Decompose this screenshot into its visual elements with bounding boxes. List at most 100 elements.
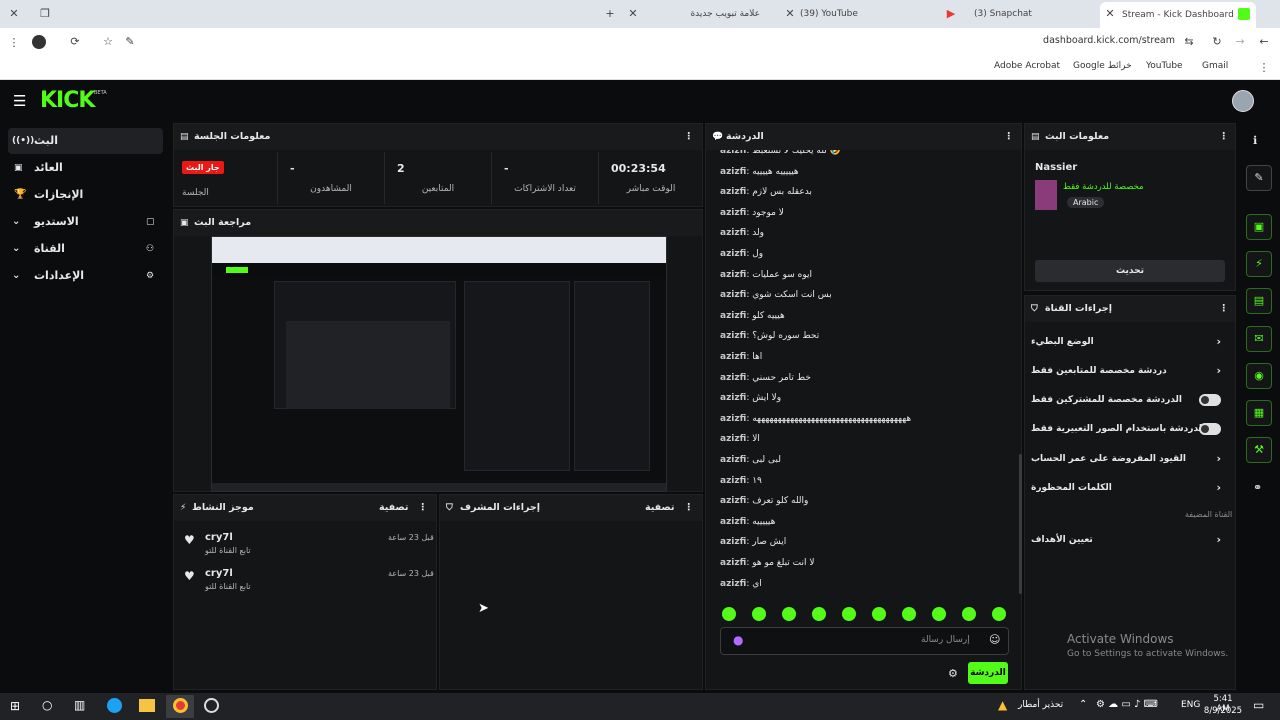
tab-close-icon[interactable]: ✕	[625, 7, 641, 20]
star-icon[interactable]: ☆	[100, 35, 116, 48]
obs-icon[interactable]	[204, 698, 219, 713]
chat-scrollbar[interactable]	[1019, 454, 1022, 594]
chat-username[interactable]: azizfi	[720, 373, 746, 383]
profile-icon[interactable]	[32, 35, 46, 49]
emote-icon[interactable]	[932, 607, 946, 621]
tab-actions-icon[interactable]: ❐	[37, 7, 53, 20]
sidebar-item-achievements[interactable]: 🏆 الإنجازات	[8, 182, 163, 208]
close-window-icon[interactable]: ✕	[6, 7, 22, 20]
rail-broadcast-button[interactable]: ◉	[1246, 363, 1272, 389]
emote-icon[interactable]	[752, 607, 766, 621]
emote-icon[interactable]	[812, 607, 826, 621]
channel-action-row[interactable]: دردشة مخصصة للمتابعين فقط ›	[1031, 360, 1227, 382]
toggle-switch[interactable]	[1199, 394, 1221, 406]
sidebar-item-revenue[interactable]: ▣ العائد	[8, 155, 163, 181]
sidebar-item-settings[interactable]: ⌄ الإعدادات ⚙	[8, 263, 163, 289]
chat-username[interactable]: azizfi	[720, 331, 746, 341]
chat-username[interactable]: azizfi	[720, 579, 746, 589]
language-indicator[interactable]: ENG	[1181, 700, 1200, 710]
menu-dots-icon[interactable]: ⋮	[6, 36, 22, 49]
chat-username[interactable]: azizfi	[720, 496, 746, 506]
chat-username[interactable]: azizfi	[720, 249, 746, 259]
site-settings-icon[interactable]: ⇆	[1181, 35, 1197, 48]
reload-icon[interactable]: ↻	[1209, 35, 1225, 48]
chat-username[interactable]: azizfi	[720, 476, 746, 486]
bookmark-adobe-acrobat[interactable]: Adobe Acrobat	[994, 61, 1060, 71]
file-explorer-icon[interactable]	[139, 699, 155, 712]
channel-action-row[interactable]: الكلمات المحظورة ›	[1031, 477, 1227, 499]
chat-settings-icon[interactable]: ⚙	[948, 667, 958, 680]
rail-preview-button[interactable]: ▦	[1246, 400, 1272, 426]
chat-username[interactable]: azizfi	[720, 150, 746, 156]
forward-icon[interactable]: →	[1232, 35, 1248, 48]
clock-date[interactable]: 8/9/2025	[1203, 706, 1243, 716]
stream-preview-video[interactable]	[211, 236, 667, 492]
more-bookmarks-icon[interactable]: ⋮	[1256, 61, 1272, 74]
info-icon[interactable]: ℹ	[1253, 134, 1257, 147]
chat-username[interactable]: azizfi	[720, 434, 746, 444]
notification-icon[interactable]: ▭	[1253, 698, 1264, 712]
rail-share-icon[interactable]: ⚭	[1253, 481, 1262, 494]
emote-icon[interactable]	[962, 607, 976, 621]
chat-username[interactable]: azizfi	[720, 270, 746, 280]
edit-stream-button[interactable]: تحديث	[1035, 260, 1225, 282]
rail-chat-button[interactable]: ✉	[1246, 326, 1272, 352]
edit-layout-button[interactable]: ✎	[1246, 165, 1272, 191]
bookmark-gmail[interactable]: Gmail	[1202, 61, 1228, 71]
tab-snapchat[interactable]: (3) Snapchat	[974, 4, 1074, 24]
more-options-icon[interactable]: ⋮	[1004, 124, 1014, 150]
sidebar-item-channel[interactable]: ⌄ القناة ⚇	[8, 236, 163, 262]
tab-close-icon[interactable]: ✕	[1102, 7, 1118, 20]
more-options-icon[interactable]: ⋮	[684, 124, 694, 150]
bookmark-google-maps[interactable]: Google خرائط	[1073, 61, 1132, 71]
emoji-picker-icon[interactable]: ☺	[989, 633, 1000, 646]
sidebar-item-studio[interactable]: ⌄ الاستديو ▢	[8, 209, 163, 235]
kick-logo[interactable]: KICK	[40, 88, 95, 113]
channel-action-row[interactable]: الوضع البطيء ›	[1031, 331, 1227, 353]
weather-alert-icon[interactable]: ▲	[998, 698, 1007, 712]
tab-close-icon[interactable]: ✕	[782, 7, 798, 20]
url-input[interactable]: dashboard.kick.com/stream	[1040, 35, 1175, 46]
chat-username[interactable]: azizfi	[720, 537, 746, 547]
rail-activity-button[interactable]: ⚡	[1246, 251, 1272, 277]
chat-input[interactable]: ● إرسال رسالة ☺	[720, 627, 1009, 655]
mic-icon[interactable]: ●	[733, 633, 743, 647]
edge-icon[interactable]	[107, 698, 122, 713]
tray-icons[interactable]: ⚙ ☁ ▭ ♪ ⌨	[1096, 699, 1158, 710]
windows-start-icon[interactable]: ⊞	[10, 699, 20, 713]
more-options-icon[interactable]: ⋮	[684, 495, 694, 521]
search-icon[interactable]: ○	[42, 698, 52, 712]
chat-username[interactable]: azizfi	[720, 208, 746, 218]
tab-youtube[interactable]: (39) YouTube	[800, 4, 910, 24]
chat-username[interactable]: azizfi	[720, 187, 746, 197]
chat-username[interactable]: azizfi	[720, 167, 746, 177]
new-tab-icon[interactable]: +	[602, 7, 618, 20]
extensions-icon[interactable]: ⟳	[67, 35, 83, 48]
chat-username[interactable]: azizfi	[720, 352, 746, 362]
send-chat-button[interactable]: الدردشة	[968, 662, 1008, 684]
more-options-icon[interactable]: ⋮	[1219, 124, 1229, 150]
activity-user[interactable]: cry7l	[205, 568, 233, 579]
channel-action-row[interactable]: الدردشة باستخدام الصور التعبيرية فقط	[1031, 418, 1227, 440]
chat-username[interactable]: azizfi	[720, 290, 746, 300]
rail-tools-button[interactable]: ⚒	[1246, 437, 1272, 463]
weather-text[interactable]: تحذير أمطار	[1018, 700, 1063, 710]
filter-button[interactable]: تصفية	[645, 495, 674, 521]
chat-username[interactable]: azizfi	[720, 517, 746, 527]
channel-action-row[interactable]: القيود المفروضة على عمر الحساب ›	[1031, 448, 1227, 470]
rail-session-button[interactable]: ▣	[1246, 214, 1272, 240]
edit-icon[interactable]: ✎	[122, 35, 138, 48]
chat-username[interactable]: azizfi	[720, 393, 746, 403]
more-options-icon[interactable]: ⋮	[418, 495, 428, 521]
chat-username[interactable]: azizfi	[720, 311, 746, 321]
channel-action-row[interactable]: الدردشة مخصصة للمشتركين فقط	[1031, 389, 1227, 411]
more-options-icon[interactable]: ⋮	[1219, 296, 1229, 322]
bookmark-youtube[interactable]: YouTube	[1146, 61, 1183, 71]
emote-icon[interactable]	[872, 607, 886, 621]
chat-username[interactable]: azizfi	[720, 455, 746, 465]
tray-expand-icon[interactable]: ⌃	[1079, 699, 1087, 710]
chat-username[interactable]: azizfi	[720, 414, 746, 424]
avatar[interactable]	[1232, 90, 1254, 112]
set-goals-row[interactable]: تعيين الأهداف ›	[1031, 529, 1227, 551]
tab-kick-dashboard[interactable]: ✕ Stream - Kick Dashboard	[1100, 2, 1256, 28]
